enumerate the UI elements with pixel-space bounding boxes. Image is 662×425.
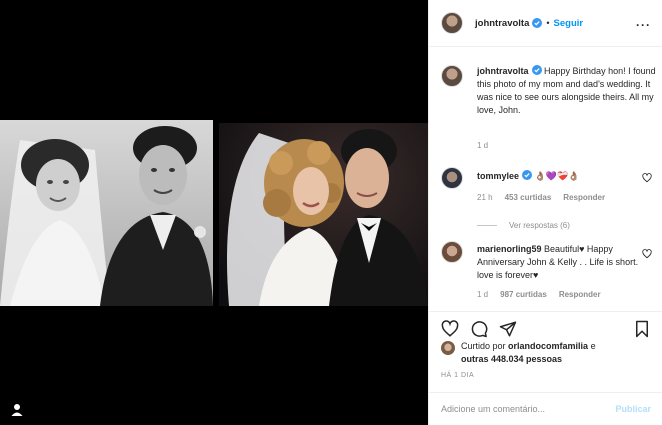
likes-summary: Curtido por orlandocomfamilia e outras 4… (441, 340, 656, 366)
comment-body: 👌🏽💜❤️‍🩹👌🏽 (534, 171, 580, 181)
avatar[interactable] (441, 167, 463, 189)
header-username[interactable]: johntravolta (475, 18, 529, 29)
replies-line (477, 225, 497, 226)
view-replies-label: Ver respostas (6) (509, 221, 570, 230)
comment-meta: 21 h 453 curtidas Responder (477, 193, 605, 202)
comment-input[interactable] (441, 404, 616, 414)
comment-likes[interactable]: 987 curtidas (500, 290, 547, 299)
avatar[interactable] (441, 341, 455, 355)
comments-list[interactable]: johntravolta Happy Birthday hon! I found… (429, 47, 662, 311)
vintage-wedding-photo (0, 120, 213, 306)
follow-button[interactable]: Seguir (554, 18, 584, 29)
likes-and: e (590, 341, 596, 351)
verified-badge-icon (532, 18, 543, 28)
post-date: HÁ 1 DIA (441, 372, 475, 379)
comment-meta: 1 d 987 curtidas Responder (477, 290, 601, 299)
avatar[interactable] (441, 241, 463, 263)
avatar[interactable] (441, 12, 463, 34)
post-photo[interactable] (0, 120, 428, 306)
caption-username[interactable]: johntravolta (477, 66, 529, 76)
comment-username[interactable]: marienorling59 (477, 244, 542, 254)
publish-button[interactable]: Publicar (615, 404, 651, 414)
separator-dot: • (546, 18, 550, 28)
avatar[interactable] (441, 65, 463, 87)
comment-time: 21 h (477, 193, 493, 202)
comment-likes[interactable]: 453 curtidas (505, 193, 552, 202)
likes-text: Curtido por orlandocomfamilia e outras 4… (461, 340, 596, 366)
comment-text: marienorling59 Beautiful♥ Happy Annivers… (477, 243, 647, 282)
add-comment-bar: Publicar (429, 392, 662, 425)
heart-icon[interactable] (642, 173, 652, 183)
bookmark-icon[interactable] (633, 320, 651, 338)
more-icon[interactable]: ··· (636, 18, 651, 32)
verified-badge-icon (531, 65, 542, 75)
share-icon[interactable] (499, 320, 517, 338)
likes-user[interactable]: orlandocomfamilia (508, 341, 588, 351)
heart-icon[interactable] (441, 320, 459, 338)
likes-others[interactable]: outras 448.034 pessoas (461, 354, 562, 364)
caption-time: 1 d (477, 141, 489, 150)
reply-button[interactable]: Responder (559, 290, 601, 299)
post-side-panel: johntravolta • Seguir ··· johntravolta H… (428, 0, 662, 425)
color-wedding-photo (219, 123, 428, 306)
action-bar (429, 311, 662, 341)
tag-user-icon[interactable] (10, 403, 24, 417)
comment-icon[interactable] (470, 320, 488, 338)
caption-text: johntravolta Happy Birthday hon! I found… (477, 65, 657, 117)
likes-prefix: Curtido por (461, 341, 506, 351)
view-replies-button[interactable]: Ver respostas (6) (477, 221, 570, 230)
post-media[interactable] (0, 0, 428, 425)
reply-button[interactable]: Responder (563, 193, 605, 202)
verified-badge-icon (522, 170, 533, 180)
heart-icon[interactable] (642, 249, 652, 259)
post-header: johntravolta • Seguir ··· (429, 0, 662, 47)
comment-time: 1 d (477, 290, 489, 299)
comment-username[interactable]: tommylee (477, 171, 519, 181)
comment-text: tommylee 👌🏽💜❤️‍🩹👌🏽 (477, 170, 647, 183)
